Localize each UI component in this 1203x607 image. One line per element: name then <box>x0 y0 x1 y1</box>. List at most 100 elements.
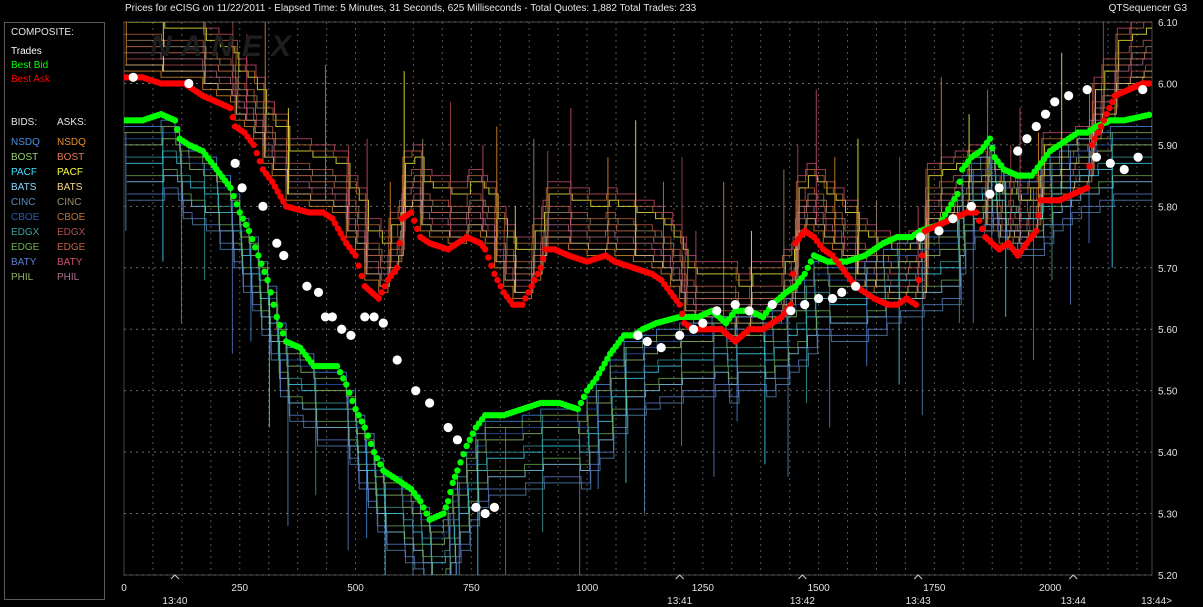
best-bid-point <box>1109 117 1117 124</box>
best-ask-point <box>960 210 968 217</box>
y-tick-label: 6.00 <box>1158 79 1178 90</box>
best-ask-point <box>160 80 168 87</box>
best-ask-point <box>216 99 223 107</box>
best-ask-point <box>297 206 304 214</box>
trade-point <box>767 300 777 310</box>
best-bid-point <box>193 145 201 152</box>
legend-bid-bats: BATS <box>11 182 37 193</box>
best-bid-point <box>1068 133 1075 140</box>
best-ask-point <box>900 297 907 304</box>
best-bid-point <box>549 399 557 407</box>
trade-point <box>360 312 370 322</box>
best-bid-point <box>991 153 998 161</box>
legend-trades: Trades <box>11 46 42 57</box>
best-ask-point <box>417 233 424 241</box>
best-bid-point <box>509 408 517 416</box>
best-ask-point <box>873 296 881 303</box>
best-bid-point <box>293 343 301 350</box>
best-ask-point <box>1009 246 1017 253</box>
best-ask-point <box>522 295 529 302</box>
best-ask-point <box>396 240 403 247</box>
price-chart: 6.10 6.00 5.90 5.80 5.70 5.60 5.50 5.40 5.30 5.20… <box>121 18 1178 607</box>
best-ask-point <box>331 220 339 227</box>
best-ask-point <box>1050 196 1057 204</box>
best-bid-point <box>1145 111 1152 119</box>
best-ask-point <box>238 127 245 134</box>
best-bid-point <box>1065 135 1072 142</box>
best-bid-point <box>1104 118 1111 125</box>
best-bid-point <box>754 311 761 318</box>
best-ask-point <box>623 262 631 269</box>
best-bid-point <box>313 362 320 370</box>
best-bid-point <box>491 412 498 419</box>
best-bid-point <box>494 412 501 419</box>
best-bid-point <box>1056 141 1063 149</box>
best-ask-point <box>1097 123 1105 130</box>
best-bid-point <box>224 181 231 188</box>
best-ask-point <box>938 220 945 227</box>
best-bid-point <box>252 244 259 251</box>
y-tick-label: 5.20 <box>1158 571 1178 582</box>
best-ask-point <box>300 207 307 215</box>
best-bid-point <box>302 351 309 359</box>
best-ask-point <box>602 252 609 259</box>
trade-point <box>1119 164 1129 175</box>
best-ask-point <box>852 283 859 290</box>
best-bid-point <box>210 162 218 169</box>
best-bid-point <box>543 399 551 407</box>
best-ask-point <box>946 216 954 224</box>
best-ask-point <box>781 309 788 317</box>
best-bid-point <box>846 257 853 264</box>
best-ask-point <box>772 317 779 325</box>
best-bid-point <box>1020 172 1027 179</box>
ask-quote-line-4 <box>127 39 1152 306</box>
best-ask-point <box>1026 235 1034 243</box>
best-ask-point <box>630 264 637 271</box>
best-ask-point <box>124 74 128 81</box>
best-ask-point <box>1020 244 1028 251</box>
best-bid-point <box>447 488 454 496</box>
best-bid-point <box>373 455 381 462</box>
best-ask-point <box>949 215 957 222</box>
best-ask-point <box>657 276 665 284</box>
ask-quote-line-6 <box>126 58 1152 324</box>
best-bid-point <box>267 289 274 296</box>
best-bid-point <box>804 264 811 271</box>
best-bid-point <box>291 341 298 349</box>
best-ask-point <box>340 235 347 242</box>
best-ask-point <box>404 211 412 218</box>
best-ask-point <box>864 291 872 298</box>
best-ask-point <box>262 170 270 177</box>
best-ask-point <box>712 326 719 333</box>
best-bid-point <box>398 479 406 487</box>
best-bid-point <box>1074 129 1082 136</box>
best-ask-point <box>145 76 152 83</box>
best-bid-point <box>386 471 393 478</box>
trade-point <box>698 318 708 328</box>
best-ask-point <box>1114 91 1121 98</box>
legend-ask-bost: BOST <box>57 152 85 163</box>
best-bid-point <box>954 190 961 198</box>
best-bid-point <box>633 330 640 337</box>
best-bid-point <box>339 375 347 382</box>
trade-point <box>1022 134 1032 144</box>
best-ask-point <box>1139 80 1146 87</box>
time-label: 13:41 <box>667 596 692 607</box>
best-bid-point <box>1090 125 1097 132</box>
best-ask-point <box>1007 243 1014 250</box>
best-bid-point <box>968 153 975 161</box>
best-bid-point <box>639 326 646 333</box>
best-ask-point <box>466 235 473 242</box>
best-bid-point <box>236 209 243 216</box>
best-bid-point <box>801 270 808 278</box>
best-ask-point <box>265 174 273 181</box>
best-ask-point <box>1133 82 1141 90</box>
best-ask-point <box>1040 196 1048 204</box>
best-bid-point <box>218 173 226 181</box>
best-bid-point <box>437 511 444 518</box>
best-ask-point <box>346 244 353 251</box>
ask-quote-line-9 <box>124 52 1152 318</box>
best-ask-point <box>488 262 495 269</box>
best-ask-point <box>247 137 254 144</box>
best-bid-point <box>546 399 554 407</box>
